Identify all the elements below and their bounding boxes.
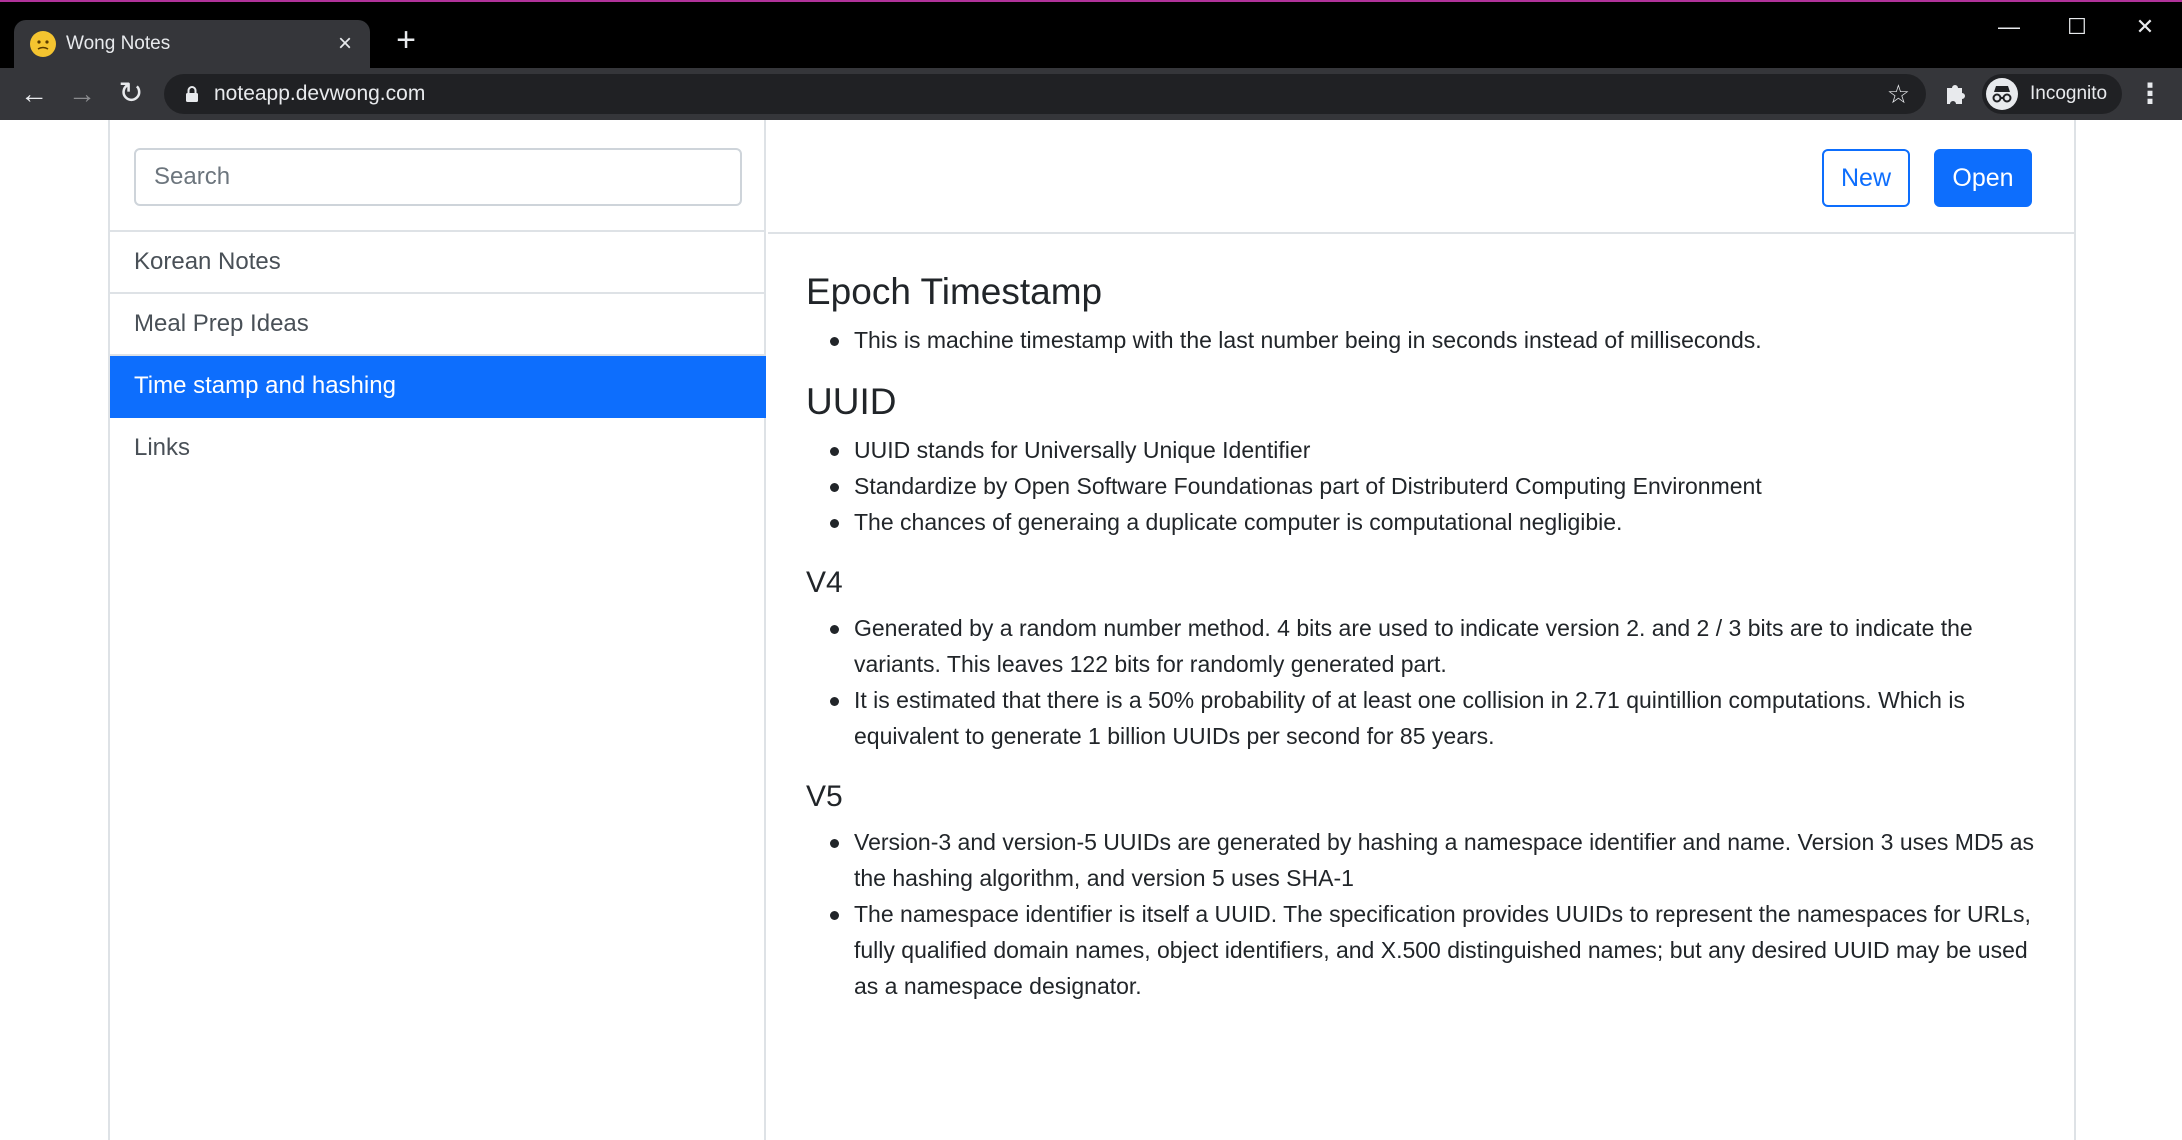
new-note-button[interactable]: New xyxy=(1822,149,1910,207)
emoji-favicon-icon xyxy=(30,31,56,57)
incognito-label: Incognito xyxy=(2030,83,2108,104)
close-tab-icon[interactable]: × xyxy=(332,31,358,57)
back-arrow-icon[interactable]: ← xyxy=(15,75,53,113)
note-toolbar: New Open xyxy=(768,120,2074,234)
incognito-icon xyxy=(1986,78,2018,110)
list-item: This is machine timestamp with the last … xyxy=(830,322,2046,358)
heading-uuid: UUID xyxy=(806,381,897,422)
kebab-menu-icon[interactable]: ⋮ xyxy=(2136,76,2164,112)
list-item: The chances of generaing a duplicate com… xyxy=(830,504,2046,540)
note-item-korean-notes[interactable]: Korean Notes xyxy=(110,232,766,294)
note-item-links[interactable]: Links xyxy=(110,418,766,480)
reload-icon[interactable]: ↻ xyxy=(112,75,150,113)
browser-tab[interactable]: Wong Notes × xyxy=(14,20,370,70)
list-item: Version-3 and version-5 UUIDs are genera… xyxy=(830,824,2046,896)
bullet-list: This is machine timestamp with the last … xyxy=(806,322,2046,358)
note-list: Korean Notes Meal Prep Ideas Time stamp … xyxy=(110,232,766,480)
open-note-button[interactable]: Open xyxy=(1934,149,2032,207)
list-item: Standardize by Open Software Foundationa… xyxy=(830,468,2046,504)
heading-v4: V4 xyxy=(806,566,843,599)
note-item-time-stamp-and-hashing[interactable]: Time stamp and hashing xyxy=(110,356,766,418)
tab-title: Wong Notes xyxy=(66,33,171,54)
list-item: The namespace identifier is itself a UUI… xyxy=(830,896,2046,1004)
search-input[interactable] xyxy=(134,148,742,206)
bookmark-star-icon[interactable]: ☆ xyxy=(1887,78,1910,110)
list-item: Generated by a random number method. 4 b… xyxy=(830,610,2046,682)
notes-app: Korean Notes Meal Prep Ideas Time stamp … xyxy=(108,120,2076,1140)
bullet-list: UUID stands for Universally Unique Ident… xyxy=(806,432,2046,540)
list-item: It is estimated that there is a 50% prob… xyxy=(830,682,2046,754)
bullet-list: Generated by a random number method. 4 b… xyxy=(806,610,2046,754)
lock-icon[interactable] xyxy=(182,84,202,104)
address-bar[interactable]: noteapp.devwong.com ☆ xyxy=(164,74,1926,114)
close-window-icon[interactable]: ✕ xyxy=(2120,10,2170,44)
search-area xyxy=(110,120,766,232)
maximize-window-icon[interactable]: ☐ xyxy=(2052,10,2102,44)
minimize-window-icon[interactable]: — xyxy=(1984,10,2034,44)
web-page: Korean Notes Meal Prep Ideas Time stamp … xyxy=(0,120,2182,1140)
incognito-profile-button[interactable]: Incognito xyxy=(1982,74,2122,114)
note-item-meal-prep-ideas[interactable]: Meal Prep Ideas xyxy=(110,294,766,356)
browser-tab-strip: Wong Notes × + — ☐ ✕ xyxy=(0,0,2182,70)
heading-epoch-timestamp: Epoch Timestamp xyxy=(806,271,1103,312)
forward-arrow-icon[interactable]: → xyxy=(63,75,101,113)
new-tab-icon[interactable]: + xyxy=(388,22,424,58)
sidebar: Korean Notes Meal Prep Ideas Time stamp … xyxy=(110,120,766,1140)
note-content: Epoch Timestamp This is machine timestam… xyxy=(806,270,2046,1004)
browser-toolbar: ← → ↻ noteapp.devwong.com ☆ Incognito ⋮ xyxy=(0,68,2182,120)
extensions-puzzle-icon[interactable] xyxy=(1938,78,1970,110)
heading-v5: V5 xyxy=(806,780,843,813)
note-panel: New Open Epoch Timestamp This is machine… xyxy=(768,120,2074,1140)
url-text[interactable]: noteapp.devwong.com xyxy=(214,82,425,106)
list-item: UUID stands for Universally Unique Ident… xyxy=(830,432,2046,468)
bullet-list: Version-3 and version-5 UUIDs are genera… xyxy=(806,824,2046,1004)
